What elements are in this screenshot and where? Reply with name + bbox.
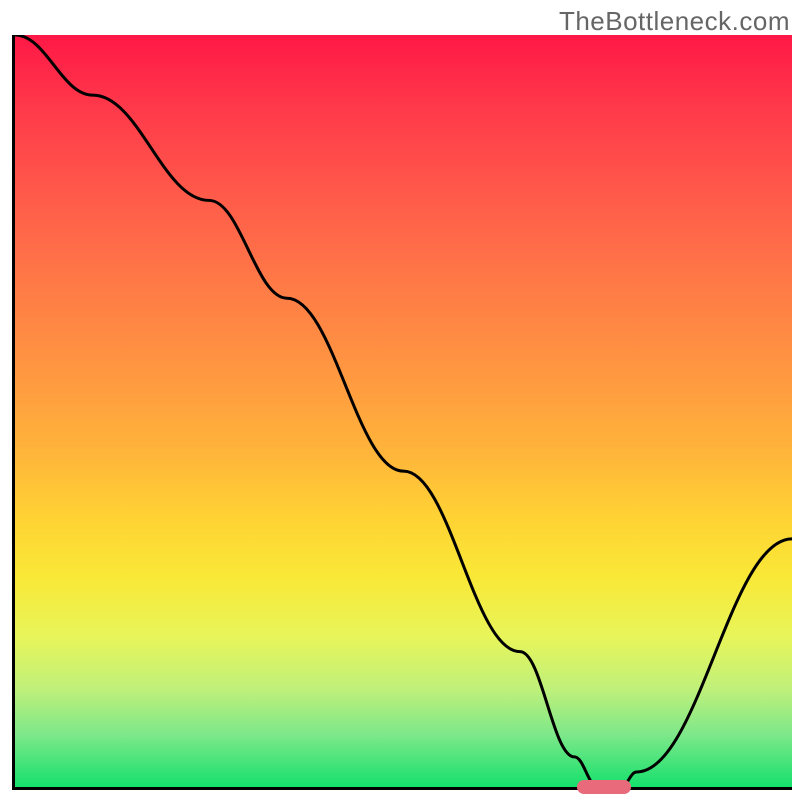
optimal-marker — [577, 780, 632, 794]
watermark-text: TheBottleneck.com — [559, 6, 790, 37]
bottleneck-curve-path — [15, 35, 792, 787]
plot-area — [12, 35, 792, 790]
chart-container: TheBottleneck.com — [0, 0, 800, 800]
curve-svg — [15, 35, 792, 787]
